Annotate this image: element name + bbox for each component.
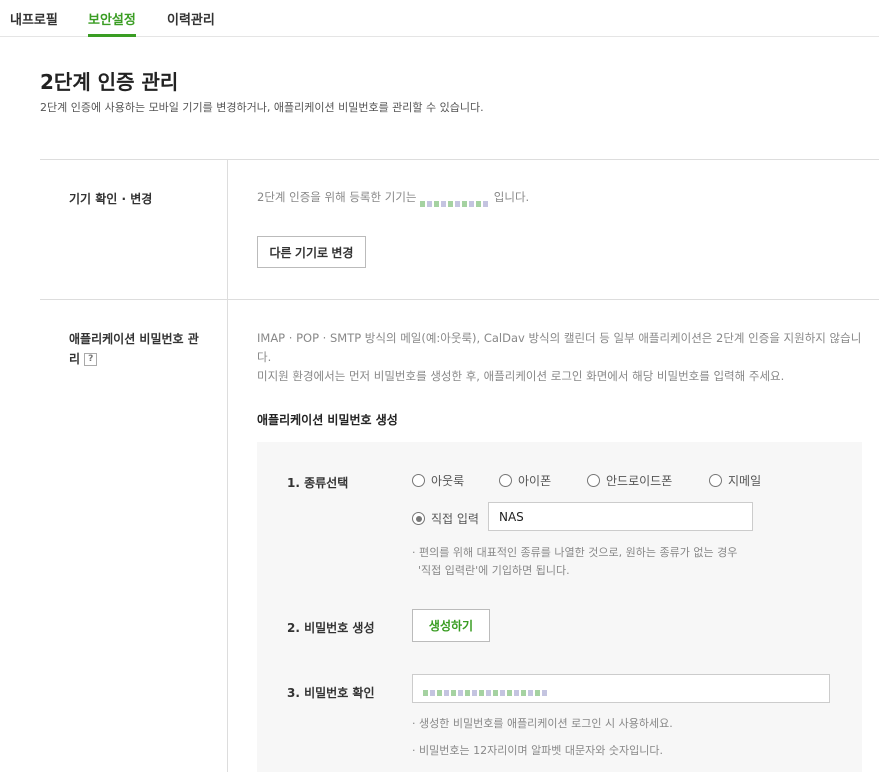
radio-icon[interactable] [709,474,722,487]
device-label: 기기 확인 · 변경 [69,192,153,206]
radio-label: 아이폰 [518,474,552,488]
note-password-use: · 생성한 비밀번호를 애플리케이션 로그인 시 사용하세요. [412,717,673,730]
blurred-device-name [420,194,490,207]
radio-icon[interactable] [499,474,512,487]
radio-gmail[interactable]: 지메일 [709,472,761,489]
custom-type-input[interactable]: NAS [488,502,753,531]
section-title: 애플리케이션 비밀번호 생성 [257,413,398,427]
device-text: 2단계 인증을 위해 등록한 기기는 입니다. [257,188,529,207]
password-generation-panel: 1. 종류선택 아웃룩 아이폰 안드로이드폰 지메일 직접 입력 NAS · 편… [257,442,862,772]
note-line: '직접 입력란'에 기입하면 됩니다. [418,564,570,577]
desc-line-2: 미지원 환경에서는 먼저 비밀번호를 생성한 후, 애플리케이션 로그인 화면에… [257,369,785,383]
radio-selected-icon[interactable] [412,512,425,525]
help-icon[interactable]: ? [84,353,98,366]
divider [227,159,228,772]
step-1-label: 1. 종류선택 [287,476,349,490]
tab-my-profile[interactable]: 내프로필 [10,9,58,28]
radio-custom[interactable]: 직접 입력 [412,510,479,527]
tab-history[interactable]: 이력관리 [167,9,215,28]
device-text-after: 입니다. [493,190,530,204]
divider [40,299,879,300]
device-text-before: 2단계 인증을 위해 등록한 기기는 [257,190,417,204]
tab-bar: 내프로필 보안설정 이력관리 [0,0,879,37]
radio-label: 지메일 [728,474,762,488]
step-2-label: 2. 비밀번호 생성 [287,621,375,635]
app-password-label: 애플리케이션 비밀번호 관리 ? [69,329,209,369]
divider [40,159,879,160]
radio-label: 직접 입력 [431,512,479,526]
generated-password-field[interactable] [412,674,830,703]
radio-icon[interactable] [587,474,600,487]
change-device-button[interactable]: 다른 기기로 변경 [257,236,366,268]
radio-android[interactable]: 안드로이드폰 [587,472,672,489]
radio-label: 안드로이드폰 [606,474,673,488]
page-subtitle: 2단계 인증에 사용하는 모바일 기기를 변경하거나, 애플리케이션 비밀번호를… [40,101,484,114]
generate-button[interactable]: 생성하기 [412,609,490,642]
radio-outlook[interactable]: 아웃룩 [412,472,464,489]
desc-line-1: IMAP · POP · SMTP 방식의 메일(예:아웃룩), CalDav … [257,331,862,364]
radio-label: 아웃룩 [431,474,465,488]
radio-iphone[interactable]: 아이폰 [499,472,551,489]
note-line: · 편의를 위해 대표적인 종류를 나열한 것으로, 원하는 종류가 없는 경우 [412,546,738,559]
radio-icon[interactable] [412,474,425,487]
app-password-desc: IMAP · POP · SMTP 방식의 메일(예:아웃룩), CalDav … [257,329,867,386]
page-title: 2단계 인증 관리 [40,70,179,94]
tab-security-settings[interactable]: 보안설정 [88,9,136,37]
note-password-format: · 비밀번호는 12자리이며 알파벳 대문자와 숫자입니다. [412,744,663,757]
blurred-password [423,685,549,696]
note-type: · 편의를 위해 대표적인 종류를 나열한 것으로, 원하는 종류가 없는 경우… [412,544,737,580]
step-3-label: 3. 비밀번호 확인 [287,686,375,700]
